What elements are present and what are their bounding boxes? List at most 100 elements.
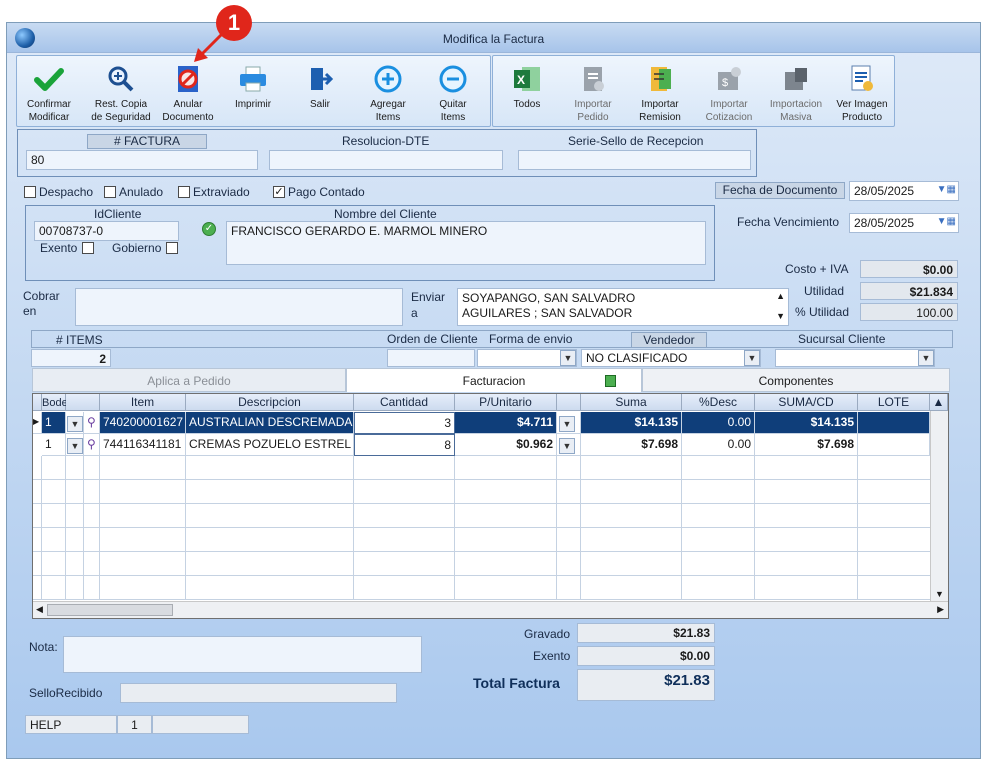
scroll-left-icon[interactable]: ◀	[36, 604, 43, 615]
items-count: 2	[31, 349, 111, 367]
chevron-down-icon[interactable]: ▼	[67, 416, 83, 432]
cell-bodega[interactable]: 1	[42, 412, 66, 434]
fecha-documento-label: Fecha de Documento	[715, 182, 845, 199]
import-remission-button[interactable]: Importar Remision	[630, 62, 690, 124]
factura-label: # FACTURA	[87, 134, 207, 149]
despacho-checkbox[interactable]	[24, 186, 36, 198]
anulado-checkbox[interactable]	[104, 186, 116, 198]
tab-aplica-pedido[interactable]: Aplica a Pedido	[32, 368, 346, 392]
cobrar-field[interactable]	[75, 288, 403, 326]
cell-lote[interactable]	[858, 412, 930, 434]
scroll-down-icon[interactable]: ▼	[776, 309, 785, 324]
extraviado-checkbox[interactable]	[178, 186, 190, 198]
fecha-documento-field[interactable]: 28/05/2025 ▼▦	[849, 181, 959, 201]
total-factura-value: $21.83	[577, 669, 715, 701]
cell-cantidad[interactable]: 3	[354, 412, 455, 434]
confirm-modify-button[interactable]: Confirmar Modificar	[19, 62, 79, 124]
col-desc: %Desc	[682, 394, 755, 411]
tab-facturacion[interactable]: Facturacion	[346, 368, 642, 392]
cobrar-label-2: en	[23, 304, 37, 318]
cell-suma[interactable]: $14.135	[581, 412, 682, 434]
vertical-scrollbar[interactable]: ▼	[930, 411, 948, 601]
cell-descripcion[interactable]: AUSTRALIAN DESCREMADA	[186, 412, 354, 434]
cell-suma[interactable]: $7.698	[581, 434, 682, 456]
pct-utilidad-value: 100.00	[860, 303, 958, 321]
horizontal-scrollbar[interactable]: ◀ ▶	[33, 601, 948, 618]
chevron-down-icon[interactable]: ▼	[918, 350, 934, 366]
printer-icon	[238, 64, 268, 94]
cell-sumacd[interactable]: $7.698	[755, 434, 858, 456]
chevron-down-icon[interactable]: ▼	[559, 416, 575, 432]
col-sumacd: SUMA/CD	[755, 394, 858, 411]
tab-componentes[interactable]: Componentes	[642, 368, 950, 392]
chevron-down-icon[interactable]: ▼	[559, 438, 575, 454]
resolucion-label: Resolucion-DTE	[342, 134, 430, 148]
serie-field[interactable]	[518, 150, 751, 170]
nombre-cliente-field[interactable]: FRANCISCO GERARDO E. MARMOL MINERO	[226, 221, 706, 265]
bulk-import-button[interactable]: Importacion Masiva	[766, 62, 826, 124]
cell-sumacd[interactable]: $14.135	[755, 412, 858, 434]
cobrar-label: Cobrar	[23, 289, 60, 303]
bodega-dropdown[interactable]: ▼	[66, 434, 84, 456]
cell-descripcion[interactable]: CREMAS POZUELO ESTREL	[186, 434, 354, 456]
gobierno-checkbox[interactable]	[166, 242, 178, 254]
add-items-button[interactable]: Agregar Items	[358, 62, 418, 124]
bodega-dropdown[interactable]: ▼	[66, 412, 84, 434]
chevron-down-icon[interactable]: ▼	[67, 438, 83, 454]
vendedor-label: Vendedor	[631, 332, 707, 348]
scroll-up-icon[interactable]: ▲	[930, 394, 948, 411]
export-excel-button[interactable]: X Todos	[497, 62, 557, 124]
status-extra	[152, 715, 249, 734]
chevron-down-icon[interactable]: ▼	[744, 350, 760, 366]
exento-checkbox[interactable]	[82, 242, 94, 254]
exit-button[interactable]: Salir	[290, 62, 350, 124]
calendar-icon[interactable]: ▼▦	[937, 184, 956, 195]
factura-number-field[interactable]: 80	[26, 150, 258, 170]
cell-desc[interactable]: 0.00	[682, 412, 755, 434]
restore-backup-button[interactable]: Rest. Copia de Seguridad	[86, 62, 156, 124]
scroll-down-icon[interactable]: ▼	[935, 589, 944, 599]
cell-desc[interactable]: 0.00	[682, 434, 755, 456]
cell-item[interactable]: 740200001627	[100, 412, 186, 434]
import-quote-button[interactable]: $ Importar Cotizacion	[699, 62, 759, 124]
col-lote: LOTE	[858, 394, 930, 411]
unitario-dropdown[interactable]: ▼	[557, 434, 581, 456]
chevron-down-icon[interactable]: ▼	[560, 350, 576, 366]
row-pointer-icon: ▶	[33, 412, 42, 434]
cell-bodega[interactable]: 1	[42, 434, 66, 456]
enviar-field[interactable]: SOYAPANGO, SAN SALVADRO AGUILARES ; SAN …	[457, 288, 789, 326]
pago-contado-checkbox[interactable]: ✓	[273, 186, 285, 198]
print-button[interactable]: Imprimir	[223, 62, 283, 124]
fecha-vencimiento-field[interactable]: 28/05/2025 ▼▦	[849, 213, 959, 233]
resolucion-field[interactable]	[269, 150, 503, 170]
id-cliente-field[interactable]: 00708737-0	[34, 221, 179, 241]
cancel-document-button[interactable]: Anular Documento	[158, 62, 218, 124]
sello-field[interactable]	[120, 683, 397, 703]
enviar-label: Enviar	[411, 290, 446, 304]
view-product-image-button[interactable]: Ver Imagen Producto	[832, 62, 892, 124]
nota-field[interactable]	[63, 636, 422, 673]
scroll-right-icon[interactable]: ▶	[937, 604, 944, 615]
scroll-up-icon[interactable]: ▲	[776, 289, 785, 304]
cell-unitario[interactable]: $4.711	[455, 412, 557, 434]
product-image-icon	[847, 64, 877, 94]
unitario-dropdown[interactable]: ▼	[557, 412, 581, 434]
forma-envio-select[interactable]: ▼	[477, 349, 577, 367]
cell-item[interactable]: 744116341181	[100, 434, 186, 456]
sucursal-select[interactable]: ▼	[775, 349, 935, 367]
search-icon[interactable]: ⚲	[84, 412, 100, 434]
cell-unitario[interactable]: $0.962	[455, 434, 557, 456]
cell-cantidad[interactable]: 8	[354, 434, 455, 456]
remove-items-button[interactable]: Quitar Items	[423, 62, 483, 124]
col-bodega: Bodega	[42, 394, 80, 411]
scroll-thumb[interactable]	[47, 604, 173, 616]
cell-lote[interactable]	[858, 434, 930, 456]
validate-client-icon[interactable]: ✓	[202, 222, 216, 236]
orden-cliente-field[interactable]	[387, 349, 475, 367]
search-icon[interactable]: ⚲	[84, 434, 100, 456]
vendedor-select[interactable]: NO CLASIFICADO ▼	[581, 349, 761, 367]
import-order-button[interactable]: Importar Pedido	[563, 62, 623, 124]
utilidad-label: Utilidad	[804, 284, 845, 298]
calendar-icon[interactable]: ▼▦	[937, 216, 956, 227]
annotation-arrow	[194, 30, 226, 62]
